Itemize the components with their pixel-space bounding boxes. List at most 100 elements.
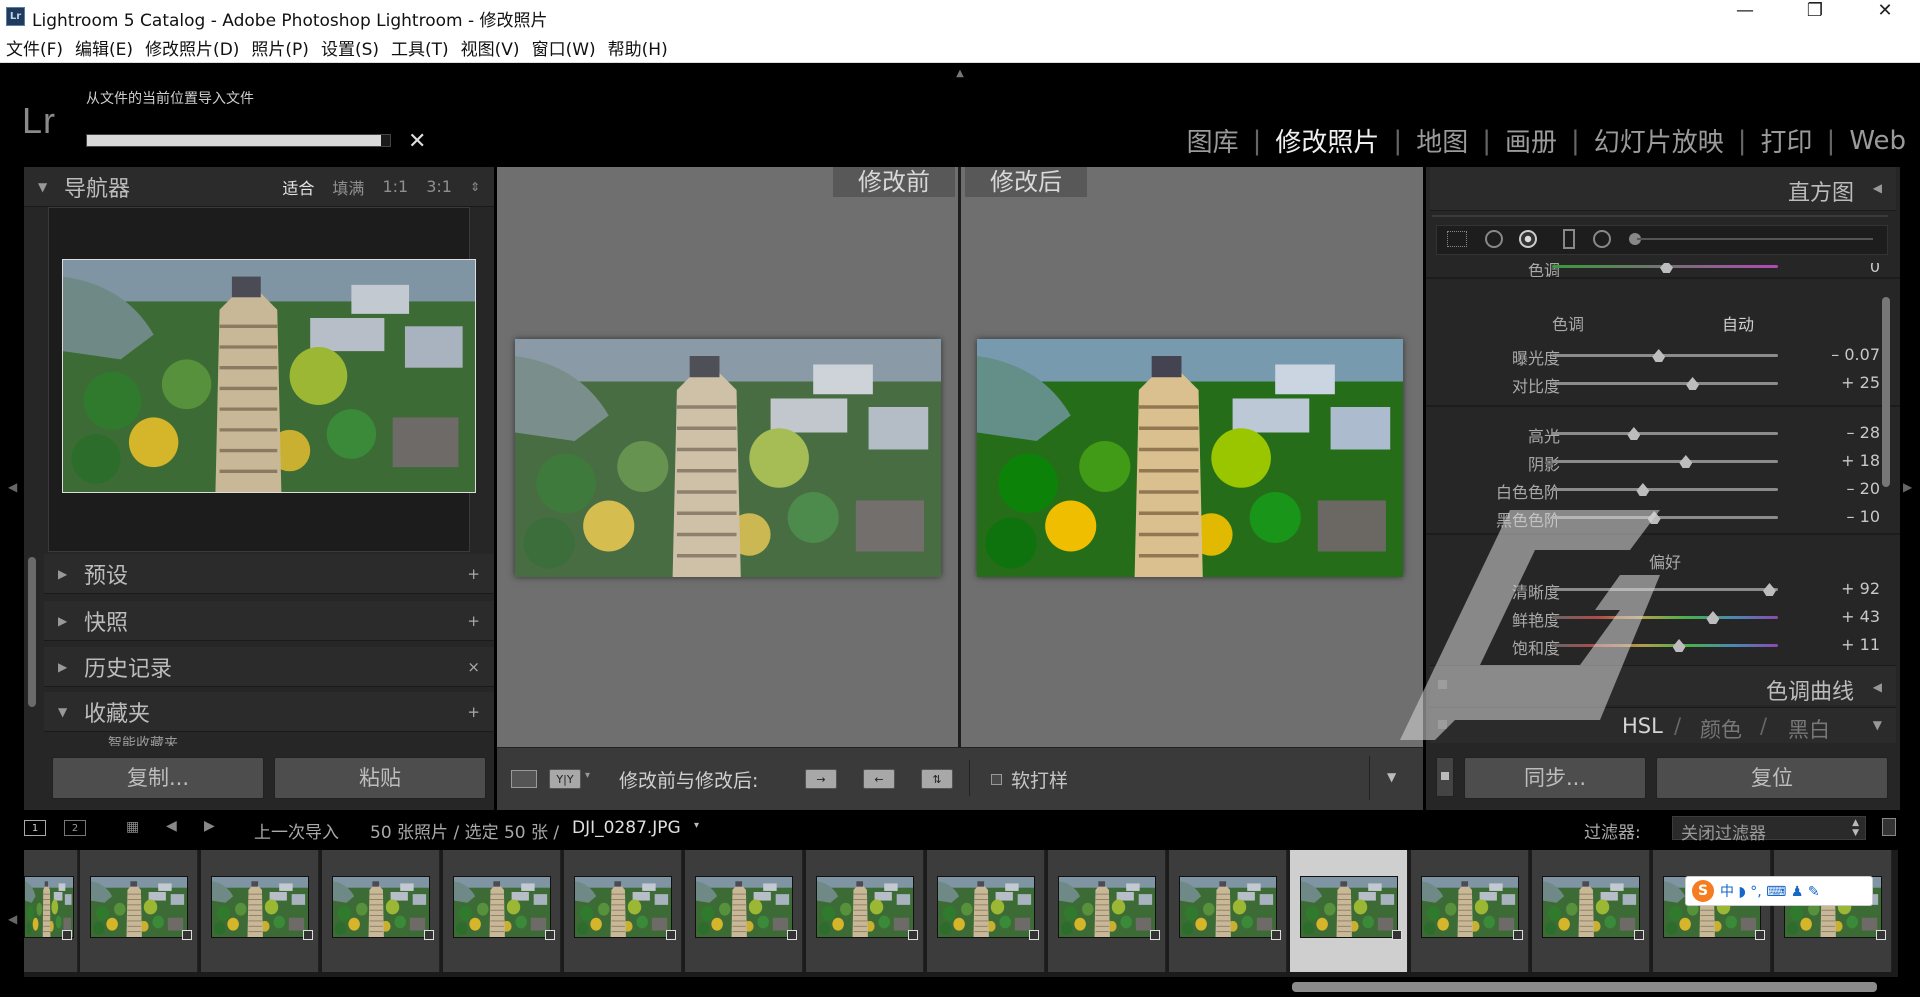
add-collection-icon[interactable]: + <box>467 703 480 721</box>
history-header[interactable]: ▶ 历史记录 × <box>44 647 494 687</box>
presets-header[interactable]: ▶ 预设 + <box>44 554 494 594</box>
filmstrip-thumbnail-selected[interactable] <box>1290 850 1408 972</box>
menu-help[interactable]: 帮助(H) <box>608 35 668 60</box>
filmstrip-thumbnail[interactable] <box>1774 850 1892 972</box>
hsl-tab[interactable]: HSL <box>1622 714 1663 738</box>
toolbar-content-dropdown-icon[interactable]: ▼ <box>1387 770 1396 784</box>
module-book[interactable]: 画册 <box>1505 122 1557 159</box>
collapse-top-panel-icon[interactable]: ▲ <box>950 68 970 80</box>
menu-view[interactable]: 视图(V) <box>461 35 520 60</box>
tone-curve-header[interactable]: 色调曲线 ◀ <box>1430 665 1896 705</box>
zoom-fit[interactable]: 适合 <box>282 175 314 199</box>
before-photo[interactable] <box>515 339 941 577</box>
expand-triangle-icon[interactable]: ▶ <box>58 567 70 581</box>
module-library[interactable]: 图库 <box>1187 122 1239 159</box>
grid-view-icon[interactable]: ▦ <box>126 819 139 835</box>
expand-triangle-icon[interactable]: ▼ <box>1873 718 1882 732</box>
swap-before-after-button[interactable]: ⇅ <box>921 769 953 789</box>
slider-knob[interactable] <box>1652 349 1666 362</box>
after-view[interactable]: 修改后 <box>961 167 1423 747</box>
secondary-window-button[interactable]: 2 <box>64 820 86 836</box>
view-mode-dropdown-icon[interactable]: ▾ <box>585 770 590 781</box>
filmstrip-thumbnail[interactable] <box>1411 850 1529 972</box>
slider-knob[interactable] <box>1672 639 1686 652</box>
module-develop[interactable]: 修改照片 <box>1275 122 1379 159</box>
filmstrip-thumbnail[interactable] <box>927 850 1045 972</box>
slider-value[interactable]: – 10 <box>1796 507 1880 526</box>
navigator-preview-image[interactable] <box>62 259 476 493</box>
before-after-mode-button[interactable]: Y|Y <box>549 769 581 789</box>
reset-button[interactable]: 复位 <box>1656 757 1888 799</box>
slider-knob[interactable] <box>1679 455 1693 468</box>
filename-dropdown-icon[interactable]: ▾ <box>694 820 699 831</box>
zoom-fill[interactable]: 填满 <box>332 175 364 199</box>
collection-item-partial[interactable]: 智能收藏夹 <box>108 734 408 746</box>
histogram-header[interactable]: 直方图 ◀ <box>1430 167 1896 211</box>
left-panel-toggle-icon[interactable]: ◀ <box>8 480 17 494</box>
collapse-triangle-icon[interactable]: ◀ <box>1873 181 1882 195</box>
expand-triangle-icon[interactable]: ▶ <box>58 614 70 628</box>
slider-track[interactable] <box>1552 488 1778 491</box>
radial-filter-icon[interactable] <box>1593 230 1611 248</box>
slider-track[interactable] <box>1552 516 1778 519</box>
ime-toolbar[interactable]: S 中 ◗ °, ⌨ ♟ ✎ <box>1685 876 1873 906</box>
slider-knob[interactable] <box>1686 377 1700 390</box>
slider-knob[interactable] <box>1647 511 1661 524</box>
menu-develop[interactable]: 修改照片(D) <box>145 35 239 60</box>
expand-triangle-icon[interactable]: ◀ <box>1873 680 1882 694</box>
bw-tab[interactable]: 黑白 <box>1788 714 1830 744</box>
sogou-ime-icon[interactable]: S <box>1692 880 1714 902</box>
slider-value[interactable]: + 18 <box>1796 451 1880 470</box>
panel-switch-icon[interactable] <box>1438 720 1447 729</box>
copy-before-to-after-button[interactable]: → <box>805 769 837 789</box>
cancel-import-icon[interactable]: ✕ <box>408 129 426 154</box>
module-web[interactable]: Web <box>1849 126 1906 156</box>
slider-knob[interactable] <box>1627 427 1641 440</box>
slider-track[interactable] <box>1552 588 1778 591</box>
filmstrip-scrollbar[interactable] <box>1292 982 1877 992</box>
slider-value[interactable]: – 20 <box>1796 479 1880 498</box>
slider-value[interactable]: – 28 <box>1796 423 1880 442</box>
zoom-menu-icon[interactable]: ⇕ <box>470 180 480 194</box>
menu-settings[interactable]: 设置(S) <box>321 35 379 60</box>
auto-sync-switch[interactable] <box>1436 757 1454 797</box>
panel-switch-icon[interactable] <box>1438 680 1447 689</box>
restore-button[interactable]: ❐ <box>1780 0 1850 33</box>
filmstrip-thumbnail[interactable] <box>80 850 198 972</box>
menu-photo[interactable]: 照片(P) <box>251 35 309 60</box>
color-tab[interactable]: 颜色 <box>1700 714 1742 744</box>
hsl-header[interactable]: HSL / 颜色 / 黑白 ▼ <box>1430 707 1896 743</box>
snapshots-header[interactable]: ▶ 快照 + <box>44 601 494 641</box>
module-print[interactable]: 打印 <box>1761 122 1813 159</box>
filmstrip-thumbnail[interactable] <box>1653 850 1771 972</box>
slider-knob[interactable] <box>1706 611 1720 624</box>
filter-lock-icon[interactable] <box>1882 818 1896 836</box>
clear-history-icon[interactable]: × <box>467 658 480 676</box>
filmstrip-scroll-left-icon[interactable]: ◀ <box>8 912 17 926</box>
slider-knob[interactable] <box>1636 483 1650 496</box>
slider-value[interactable]: + 92 <box>1796 579 1880 598</box>
filmstrip-thumbnail[interactable] <box>564 850 682 972</box>
filmstrip-thumbnail[interactable] <box>443 850 561 972</box>
paste-settings-button[interactable]: 粘贴 <box>274 757 486 799</box>
ime-status-icons[interactable]: 中 ◗ °, ⌨ ♟ ✎ <box>1720 881 1820 901</box>
slider-knob[interactable] <box>1762 583 1776 596</box>
filter-select[interactable]: 关闭过滤器 ▲ ▼ <box>1672 816 1866 844</box>
current-filename[interactable]: DJI_0287.JPG <box>572 818 681 838</box>
soft-proof-checkbox[interactable] <box>991 774 1002 785</box>
menu-tools[interactable]: 工具(T) <box>391 35 449 60</box>
add-snapshot-icon[interactable]: + <box>467 612 480 630</box>
filmstrip-thumbnail[interactable] <box>24 850 78 972</box>
filmstrip-source[interactable]: 上一次导入 <box>254 818 339 843</box>
filmstrip-thumbnail[interactable] <box>1048 850 1166 972</box>
tint-value[interactable]: 0 <box>1796 263 1880 276</box>
zoom-3-1[interactable]: 3:1 <box>426 177 452 196</box>
before-view[interactable]: 修改前 <box>497 167 958 747</box>
collapse-triangle-icon[interactable]: ▼ <box>38 180 50 194</box>
filmstrip-thumbnail[interactable] <box>685 850 803 972</box>
slider-value[interactable]: – 0.07 <box>1796 345 1880 364</box>
slider-value[interactable]: + 25 <box>1796 373 1880 392</box>
zoom-1-1[interactable]: 1:1 <box>382 177 408 196</box>
filmstrip-thumbnail[interactable] <box>1169 850 1287 972</box>
minimize-button[interactable]: — <box>1710 0 1780 33</box>
